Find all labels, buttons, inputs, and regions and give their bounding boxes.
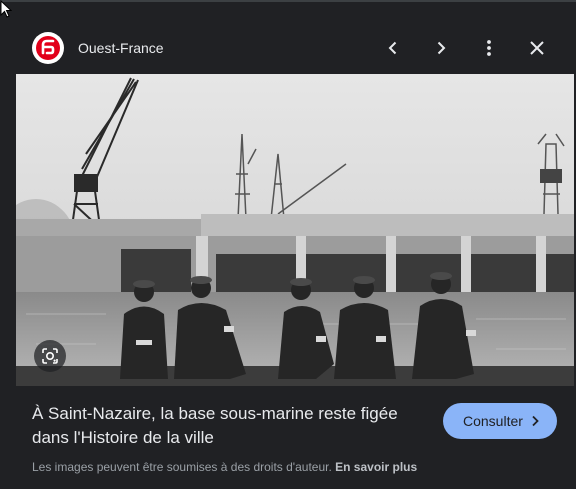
learn-more-link[interactable]: En savoir plus	[335, 460, 417, 474]
image-caption[interactable]: À Saint-Nazaire, la base sous-marine res…	[32, 402, 432, 450]
visit-button[interactable]: Consulter	[443, 403, 557, 439]
more-vert-icon	[487, 40, 491, 56]
top-divider	[0, 0, 576, 2]
chevron-left-icon	[388, 41, 397, 55]
preview-header: Ouest-France	[16, 22, 574, 74]
image-preview-frame: Ouest-France À Saint-Nazaire, la base so…	[0, 0, 576, 489]
close-button[interactable]	[521, 32, 553, 64]
next-button[interactable]	[425, 32, 457, 64]
source-name[interactable]: Ouest-France	[78, 39, 164, 57]
mouse-cursor-icon	[0, 0, 12, 18]
more-options-button[interactable]	[473, 32, 505, 64]
chevron-right-icon	[437, 41, 446, 55]
google-lens-icon	[42, 348, 58, 364]
image-preview-panel: Ouest-France À Saint-Nazaire, la base so…	[16, 22, 574, 489]
preview-image[interactable]	[16, 74, 574, 386]
previous-button[interactable]	[377, 32, 409, 64]
copyright-notice: Les images peuvent être soumises à des d…	[32, 459, 562, 475]
ouest-france-logo-icon[interactable]	[32, 32, 64, 64]
visit-button-label: Consulter	[463, 413, 523, 429]
google-lens-button[interactable]	[34, 340, 66, 372]
close-icon	[530, 41, 544, 55]
chevron-right-icon	[532, 415, 539, 427]
copyright-notice-text: Les images peuvent être soumises à des d…	[32, 460, 332, 474]
submarine-base-photo	[16, 74, 574, 386]
